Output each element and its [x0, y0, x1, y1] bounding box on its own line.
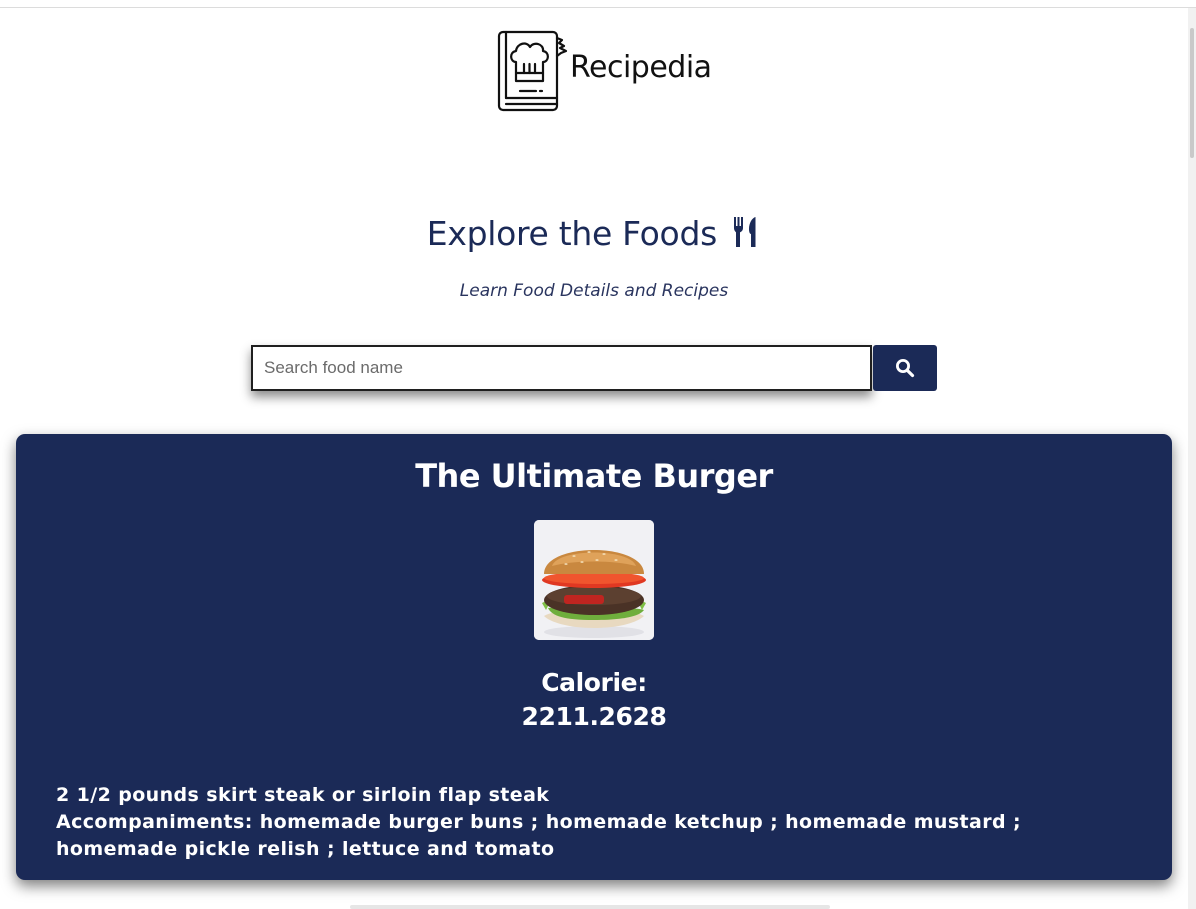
- calorie-label: Calorie:: [541, 668, 647, 697]
- ingredient-line: 2 1/2 pounds skirt steak or sirloin flap…: [56, 784, 550, 806]
- food-card: The Ultimate Burger Calorie: 2211.2628 2…: [16, 434, 1172, 880]
- scrollbar-thumb[interactable]: [1190, 28, 1194, 158]
- ingredient-list: 2 1/2 pounds skirt steak or sirloin flap…: [56, 782, 1136, 863]
- top-border: [0, 7, 1196, 8]
- ingredient-line: Accompaniments: homemade burger buns ; h…: [56, 811, 1022, 860]
- calorie-value: 2211.2628: [521, 702, 667, 731]
- search-button[interactable]: [873, 345, 937, 391]
- page-heading: Explore the Foods: [0, 214, 1188, 253]
- food-image: [534, 520, 654, 640]
- scrollbar[interactable]: [1188, 8, 1196, 909]
- recipe-book-icon: [497, 30, 568, 112]
- utensils-icon: [734, 217, 756, 247]
- food-title: The Ultimate Burger: [415, 457, 773, 495]
- search-input[interactable]: [251, 345, 872, 391]
- next-card-edge: [350, 905, 830, 909]
- brand-name: Recipedia: [570, 49, 712, 85]
- page-subtitle: Learn Food Details and Recipes: [459, 281, 729, 301]
- brand[interactable]: Recipedia: [496, 28, 712, 114]
- page-heading-text: Explore the Foods: [426, 214, 718, 253]
- search-bar: [251, 345, 937, 391]
- search-icon: [896, 359, 915, 378]
